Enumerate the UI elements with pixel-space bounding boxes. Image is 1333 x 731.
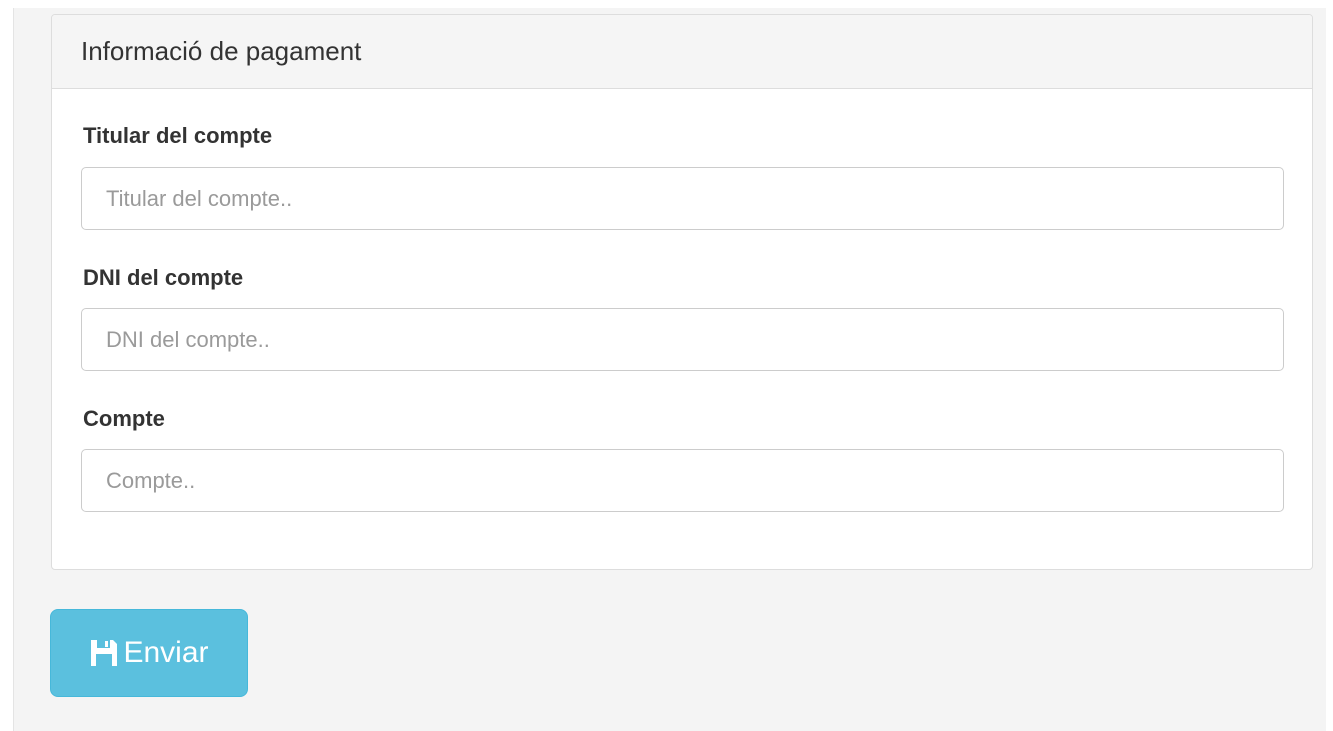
account-dni-label: DNI del compte [83,265,244,290]
panel-title: Informació de pagament [81,36,362,66]
account-number-input[interactable] [81,449,1284,512]
payment-info-panel: Informació de pagament Titular del compt… [51,14,1313,570]
save-icon [89,638,119,668]
submit-button[interactable]: Enviar [50,609,248,697]
page-background: Informació de pagament Titular del compt… [13,8,1326,731]
panel-heading: Informació de pagament [52,15,1312,89]
account-number-label: Compte [83,406,165,431]
submit-label: Enviar [123,636,209,669]
account-dni-input[interactable] [81,308,1284,371]
account-holder-label: Titular del compte [83,123,273,148]
account-holder-input[interactable] [81,167,1284,230]
